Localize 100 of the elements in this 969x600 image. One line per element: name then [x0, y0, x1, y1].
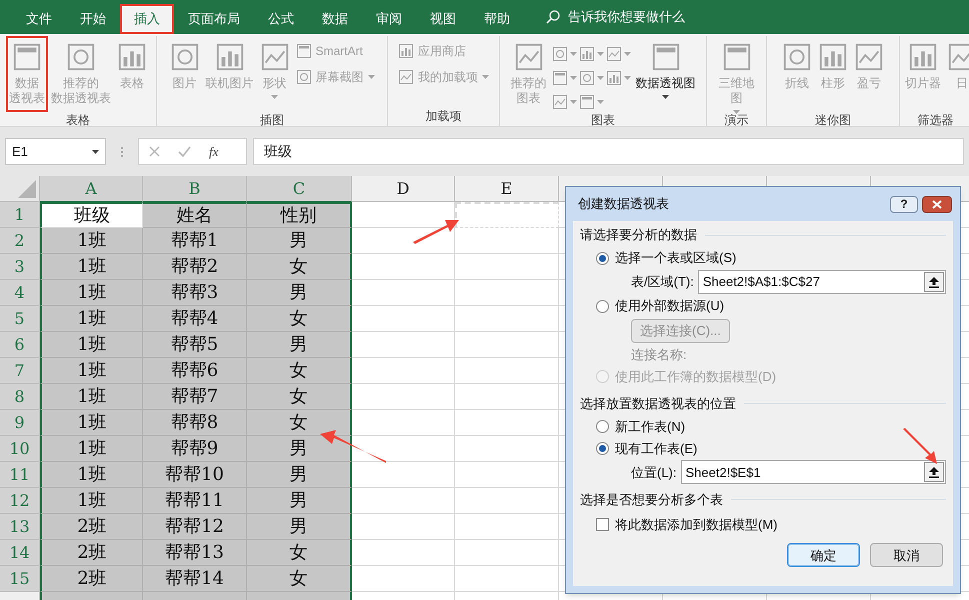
- section-heading: 选择放置数据透视表的位置: [580, 394, 736, 412]
- table-cell: 1班: [40, 228, 143, 254]
- collapse-button[interactable]: [924, 462, 944, 482]
- table-cell: 帮帮10: [143, 462, 247, 488]
- ribbon-button[interactable]: 数据透视图: [632, 36, 698, 112]
- chart-type-button[interactable]: [606, 68, 630, 88]
- radio-button[interactable]: [596, 420, 609, 433]
- row-header[interactable]: 13: [0, 514, 40, 540]
- table-cell: 男: [247, 280, 352, 306]
- close-button[interactable]: [922, 196, 952, 212]
- radio-label[interactable]: 选择一个表或区域(S): [615, 248, 736, 268]
- grip-icon: [120, 146, 124, 158]
- chart-type-button[interactable]: [606, 44, 630, 64]
- button-label: 柱形: [821, 76, 845, 91]
- reference-field[interactable]: Sheet2!$A$1:$C$27: [698, 270, 946, 294]
- ribbon-tab[interactable]: 数据: [308, 4, 362, 34]
- row-header[interactable]: 12: [0, 488, 40, 514]
- group-label: 加载项: [424, 108, 462, 125]
- table-cell: 帮帮5: [143, 332, 247, 358]
- search-field[interactable]: 告诉我你想要做什么: [538, 0, 693, 34]
- group-label: 演示: [724, 112, 750, 126]
- table-cell: 性别: [247, 202, 352, 228]
- radio-button[interactable]: [596, 300, 609, 312]
- button-label: 盈亏: [857, 76, 881, 91]
- pointer-arrow: [413, 220, 459, 244]
- ribbon-tab[interactable]: 公式: [254, 4, 308, 34]
- insert-function-button[interactable]: fx: [209, 142, 218, 162]
- table-cell: 女: [247, 410, 352, 436]
- row-header[interactable]: 6: [0, 332, 40, 358]
- ribbon-tab[interactable]: 开始: [66, 4, 120, 34]
- section-heading: 请选择要分析的数据: [580, 226, 697, 244]
- table-cell: 姓名: [143, 202, 247, 228]
- radio-button[interactable]: [596, 252, 609, 264]
- chart-type-button[interactable]: [552, 92, 576, 112]
- reference-field[interactable]: Sheet2!$E$1: [680, 460, 946, 484]
- caret-icon: [624, 76, 630, 80]
- button-label: 联机图片: [206, 76, 254, 91]
- upload-arrow-icon: [929, 466, 939, 478]
- button-label: 图: [730, 91, 742, 106]
- radio-label[interactable]: 新工作表(N): [615, 416, 686, 436]
- pointer-arrow: [903, 428, 937, 464]
- table-cell: 帮帮4: [143, 306, 247, 332]
- checkbox-option[interactable]: 将此数据添加到数据模型(M): [596, 513, 946, 536]
- upload-arrow-icon: [929, 276, 939, 288]
- button-label: 图表: [516, 91, 540, 106]
- column-header[interactable]: C: [247, 176, 352, 202]
- name-box[interactable]: E1: [5, 138, 106, 165]
- caret-icon: [570, 52, 576, 56]
- row-header[interactable]: 14: [0, 540, 40, 566]
- cancel-icon[interactable]: [149, 146, 160, 157]
- check-icon[interactable]: [178, 146, 191, 157]
- chart-type-button[interactable]: [578, 92, 604, 112]
- select-all-icon[interactable]: [18, 180, 36, 198]
- ribbon-tab[interactable]: 帮助: [470, 4, 524, 34]
- collapse-button[interactable]: [924, 272, 944, 292]
- row-header[interactable]: 3: [0, 254, 40, 280]
- row-header[interactable]: 7: [0, 358, 40, 384]
- ribbon-tab[interactable]: 视图: [416, 4, 470, 34]
- table-cell: 帮帮9: [143, 436, 247, 462]
- dialog-title: 创建数据透视表: [578, 195, 670, 214]
- chart-type-button[interactable]: [552, 44, 576, 64]
- row-header[interactable]: 1: [0, 202, 40, 228]
- button-label: 形状: [262, 76, 286, 91]
- column-header[interactable]: D: [352, 176, 455, 202]
- row-header[interactable]: 5: [0, 306, 40, 332]
- radio-label[interactable]: 现有工作表(E): [615, 438, 698, 458]
- ribbon-tab[interactable]: 插入: [120, 4, 174, 34]
- dialog-button[interactable]: 取消: [870, 543, 943, 568]
- table-cell: 男: [247, 462, 352, 488]
- row-header[interactable]: 2: [0, 228, 40, 254]
- button-label: 日: [956, 76, 968, 91]
- column-header[interactable]: A: [40, 176, 143, 202]
- chart-type-button[interactable]: [552, 68, 576, 88]
- table-cell: 2班: [40, 566, 143, 592]
- field-label: 位置(L):: [631, 464, 676, 482]
- group-label: 迷你图: [814, 112, 852, 126]
- row-header[interactable]: 11: [0, 462, 40, 488]
- row-header[interactable]: 10: [0, 436, 40, 462]
- formula-field[interactable]: 班级: [253, 138, 964, 165]
- caret-icon: [596, 76, 604, 80]
- line-sparkline-icon: [782, 42, 812, 72]
- radio-label[interactable]: 使用外部数据源(U): [615, 296, 724, 316]
- ribbon-tab[interactable]: 文件: [12, 4, 66, 34]
- radio-button[interactable]: [596, 442, 609, 455]
- row-header[interactable]: 15: [0, 566, 40, 592]
- ribbon-tab[interactable]: 页面布局: [174, 4, 254, 34]
- chart-type-button[interactable]: [578, 68, 604, 88]
- row-header[interactable]: 4: [0, 280, 40, 306]
- dialog-button[interactable]: 确定: [787, 543, 860, 568]
- group-label: 图表: [590, 112, 616, 126]
- table-cell: 1班: [40, 488, 143, 514]
- row-header[interactable]: 9: [0, 410, 40, 436]
- button-label: 数据透视图: [636, 76, 696, 91]
- chart-type-button[interactable]: [578, 44, 604, 64]
- column-header[interactable]: B: [143, 176, 247, 202]
- row-header[interactable]: 8: [0, 384, 40, 410]
- column-header[interactable]: E: [455, 176, 559, 202]
- help-button[interactable]: ?: [890, 196, 918, 212]
- table-cell: 帮帮7: [143, 384, 247, 410]
- ribbon-tab[interactable]: 审阅: [362, 4, 416, 34]
